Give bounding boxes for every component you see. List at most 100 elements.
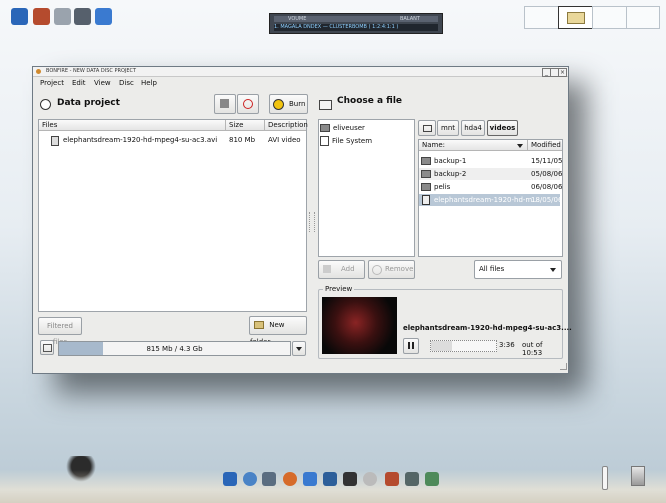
path-videos-label: videos bbox=[489, 124, 516, 132]
burn-label: Burn bbox=[289, 100, 306, 108]
phone-icon[interactable] bbox=[74, 8, 91, 25]
path-videos[interactable]: videos bbox=[487, 120, 518, 136]
monitor-icon[interactable] bbox=[11, 8, 28, 25]
open-folder-icon bbox=[319, 100, 332, 110]
file-list-modified: 15/11/05 bbox=[531, 157, 563, 165]
dock-disc-icon[interactable] bbox=[363, 472, 377, 486]
disc-icon bbox=[40, 99, 51, 110]
column-size[interactable]: Size bbox=[226, 120, 265, 131]
tools-icon[interactable] bbox=[33, 8, 50, 25]
column-files[interactable]: Files bbox=[39, 120, 226, 131]
workspace-2[interactable] bbox=[558, 6, 593, 29]
video-file-icon bbox=[422, 195, 430, 205]
path-hda4-label: hda4 bbox=[464, 124, 482, 132]
add-label: Add bbox=[341, 265, 355, 273]
add-icon bbox=[323, 265, 331, 273]
dock-media-icon[interactable] bbox=[343, 472, 357, 486]
disc-size-dropdown[interactable] bbox=[292, 341, 306, 356]
path-mnt[interactable]: mnt bbox=[437, 120, 459, 136]
pause-button[interactable] bbox=[403, 338, 419, 354]
burn-button[interactable]: Burn bbox=[269, 94, 308, 114]
choose-file-title: Choose a file bbox=[337, 96, 403, 106]
file-list-name: pelis bbox=[434, 183, 451, 191]
dock-settings-icon[interactable] bbox=[425, 472, 439, 486]
project-files-table[interactable]: Files Size Description elephantsdream-19… bbox=[38, 119, 308, 312]
column-description[interactable]: Description bbox=[265, 120, 308, 131]
place-home[interactable]: eliveuser bbox=[320, 122, 365, 134]
eject-button[interactable] bbox=[214, 94, 236, 114]
preview-label: Preview bbox=[323, 285, 355, 293]
disc-size-icon bbox=[43, 344, 52, 352]
places-list[interactable]: eliveuser File System bbox=[318, 119, 415, 257]
add-button[interactable]: Add bbox=[318, 260, 365, 279]
file-list-modified: 05/08/06 bbox=[531, 170, 563, 178]
file-list-modified: 06/08/06 bbox=[531, 183, 563, 191]
column-name[interactable]: Name: bbox=[419, 140, 528, 151]
eject-icon bbox=[220, 99, 229, 108]
resize-grip[interactable] bbox=[560, 363, 567, 370]
list-item[interactable]: backup-2 05/08/06 bbox=[419, 168, 563, 180]
preview-file-name: elephantsdream-1920-hd-mpeg4-su-ac3.... bbox=[403, 324, 572, 332]
bonfire-window: BONFIRE - NEW DATA DISC PROJECT _ × Proj… bbox=[32, 66, 572, 374]
menu-disc[interactable]: Disc bbox=[119, 79, 134, 87]
title-bar[interactable]: BONFIRE - NEW DATA DISC PROJECT _ × bbox=[33, 67, 568, 77]
place-filesystem-label: File System bbox=[332, 137, 373, 145]
cancel-button[interactable] bbox=[237, 94, 259, 114]
file-list[interactable]: Name: Modified backup-1 15/11/05 backup-… bbox=[418, 139, 563, 257]
audio-icon[interactable] bbox=[54, 8, 71, 25]
path-hda4[interactable]: hda4 bbox=[461, 120, 485, 136]
file-size: 810 Mb bbox=[229, 136, 256, 144]
music-player[interactable]: VOUME BALANT 1. MAGALA DNDEX — CLUSTERBO… bbox=[269, 13, 443, 34]
list-item[interactable]: pelis 06/08/06 bbox=[419, 181, 563, 193]
pane-splitter[interactable] bbox=[309, 212, 315, 232]
file-name: elephantsdream-1920-hd-mpeg4-su-ac3.avi bbox=[63, 136, 218, 144]
place-filesystem[interactable]: File System bbox=[320, 135, 372, 147]
player-marquee: 1. MAGALA DNDEX — CLUSTERBOMB ( 1:2:4:1:… bbox=[274, 24, 438, 31]
folder-icon bbox=[421, 183, 431, 191]
dock-mail-icon[interactable] bbox=[303, 472, 317, 486]
menu-view[interactable]: View bbox=[94, 79, 111, 87]
file-filter-select[interactable]: All files bbox=[474, 260, 562, 279]
dock-terminal-icon[interactable] bbox=[405, 472, 419, 486]
file-list-name: backup-2 bbox=[434, 170, 467, 178]
trash-icon[interactable] bbox=[631, 466, 645, 486]
file-list-name: elephantsdream-1920-hd-m… bbox=[434, 196, 540, 204]
path-root-button[interactable] bbox=[418, 120, 436, 136]
window-title: BONFIRE - NEW DATA DISC PROJECT bbox=[46, 68, 137, 74]
column-modified[interactable]: Modified bbox=[528, 140, 562, 151]
disc-usage-bar: 815 Mb / 4.3 Gb bbox=[58, 341, 291, 356]
disc-size-button[interactable] bbox=[40, 340, 54, 355]
folder-icon bbox=[421, 157, 431, 165]
close-icon[interactable]: × bbox=[558, 68, 567, 77]
seek-bar[interactable] bbox=[430, 340, 497, 352]
filesystem-icon bbox=[320, 136, 329, 146]
volume-label: VOUME bbox=[288, 16, 307, 22]
dock-tools-icon[interactable] bbox=[385, 472, 399, 486]
workspace-4[interactable] bbox=[626, 6, 660, 29]
dock-files-icon[interactable] bbox=[262, 472, 276, 486]
sort-arrow-icon bbox=[517, 144, 523, 148]
menu-edit[interactable]: Edit bbox=[72, 79, 86, 87]
dock-browser-icon[interactable] bbox=[283, 472, 297, 486]
dock-photos-icon[interactable] bbox=[323, 472, 337, 486]
dock-network-icon[interactable] bbox=[243, 472, 257, 486]
dock-monitor-icon[interactable] bbox=[223, 472, 237, 486]
filtered-files-button[interactable]: Filtered files bbox=[38, 317, 82, 346]
remove-icon bbox=[372, 265, 382, 275]
menu-project[interactable]: Project bbox=[40, 79, 64, 87]
file-description: AVI video bbox=[268, 136, 301, 144]
drive-icon bbox=[423, 125, 432, 132]
home-folder-icon bbox=[320, 124, 330, 132]
workspace-1[interactable] bbox=[524, 6, 559, 29]
new-folder-button[interactable]: New folder bbox=[249, 316, 307, 346]
menu-help[interactable]: Help bbox=[141, 79, 157, 87]
remove-button[interactable]: Remove bbox=[368, 260, 415, 279]
seek-fill bbox=[431, 341, 453, 351]
folder-icon bbox=[421, 170, 431, 178]
list-item[interactable]: backup-1 15/11/05 bbox=[419, 155, 563, 167]
list-item-selected[interactable]: elephantsdream-1920-hd-m… 18/05/06 bbox=[419, 194, 562, 206]
video-file-icon bbox=[51, 136, 59, 146]
workspace-3[interactable] bbox=[592, 6, 627, 29]
desktop-icon[interactable] bbox=[95, 8, 112, 25]
table-row[interactable]: elephantsdream-1920-hd-mpeg4-su-ac3.avi … bbox=[39, 134, 306, 146]
